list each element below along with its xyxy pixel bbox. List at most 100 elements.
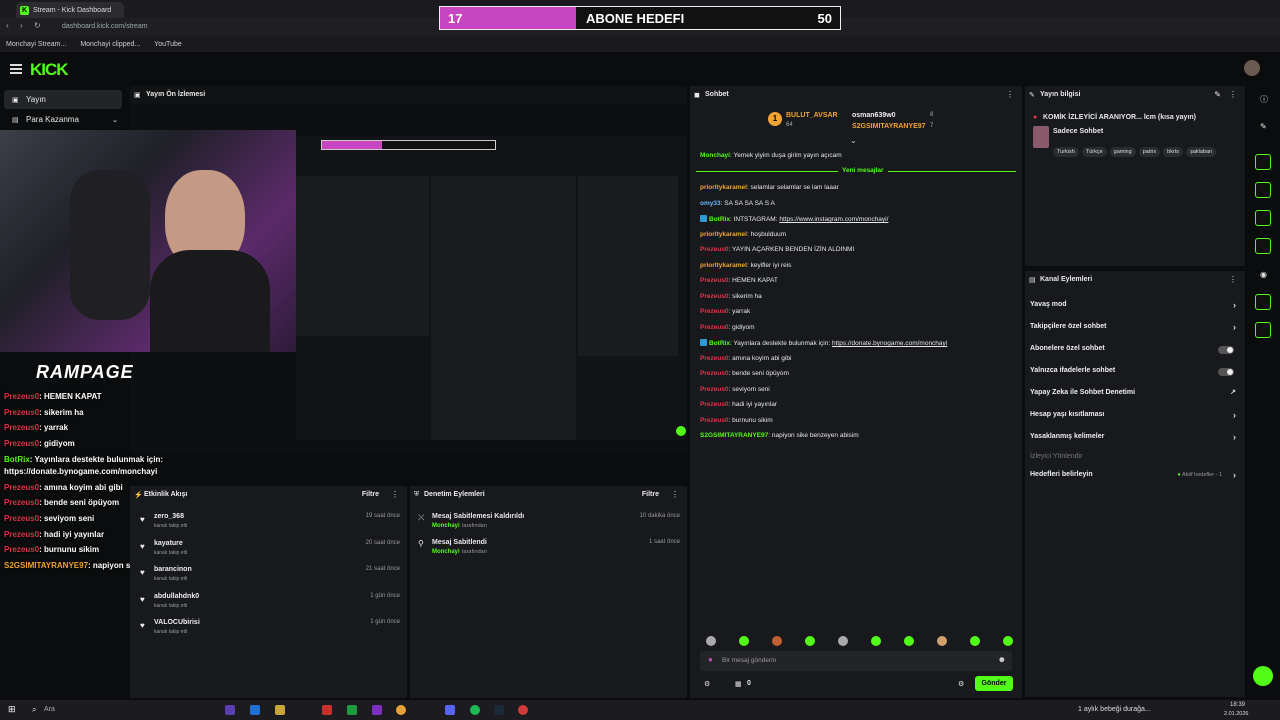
rail-button-1[interactable] (1255, 154, 1271, 170)
chat-link[interactable]: https://www.instagram.com/monchayi/ (779, 216, 888, 223)
toggle-switch[interactable] (1218, 346, 1234, 354)
opera-icon[interactable] (322, 705, 332, 715)
chat-message[interactable]: Prezeus0: YAYIN AÇARKEN BENDEN İZİN ALDI… (700, 246, 854, 253)
spotify-icon[interactable] (470, 705, 480, 715)
browser-tab[interactable]: K Stream - Kick Dashboard (16, 2, 124, 18)
taskbar-app-icon[interactable] (372, 705, 382, 715)
chat-username[interactable]: Prezeus0 (700, 277, 729, 284)
windows-start-icon[interactable]: ⊞ (8, 704, 16, 715)
channel-action-row[interactable]: Takipçilere özel sohbet › (1030, 322, 1240, 337)
chat-username[interactable]: omy33 (700, 200, 721, 207)
rail-button-4[interactable] (1255, 238, 1271, 254)
channel-action-row[interactable]: Yapay Zeka ile Sohbet Denetimi ↗ (1030, 389, 1240, 403)
chat-username[interactable]: Prezeus0 (700, 370, 729, 377)
settings-icon[interactable]: ⚙ (704, 680, 710, 688)
emote-icon[interactable] (805, 636, 815, 646)
chat-message[interactable]: BotRix: INTSTAGRAM: https://www.instagra… (700, 215, 888, 223)
chat-message[interactable]: Prezeus0: HEMEN KAPAT (700, 277, 778, 284)
chat-message[interactable]: Prezeus0: amına koyim abi gibi (700, 355, 791, 362)
channel-action-row[interactable]: Yavaş mod › (1030, 300, 1240, 315)
more-options-icon[interactable]: ⋮ (391, 490, 399, 499)
rail-button-2[interactable] (1255, 182, 1271, 198)
top-gifter-name[interactable]: S2GSIMITAYRANYE97 (852, 123, 926, 130)
chat-message[interactable]: omy33: SA SA SA SA S A (700, 200, 775, 207)
chat-message[interactable]: priorltykaramel: keyifler iyi reis (700, 262, 791, 269)
taskbar-app-icon[interactable] (250, 705, 260, 715)
emote-icon[interactable] (739, 636, 749, 646)
chat-username[interactable]: BotRix (709, 216, 730, 223)
chat-settings-icon[interactable]: ⚙ (958, 680, 964, 688)
chat-message[interactable]: BotRix: Yayınlara destekte bulunmak için… (700, 339, 947, 347)
send-button[interactable]: Gönder (975, 676, 1013, 691)
edit-icon[interactable]: ✎ (1260, 122, 1267, 131)
emote-icon[interactable] (970, 636, 980, 646)
discord-icon[interactable] (445, 705, 455, 715)
chat-username[interactable]: S2GSIMITAYRANYE97 (700, 432, 768, 439)
chat-link[interactable]: https://donate.bynogame.com/monchayi (832, 340, 947, 347)
taskbar-search[interactable]: Ara (44, 706, 55, 713)
bookmark-item[interactable]: Monchayi clipped... (80, 41, 140, 48)
help-chat-icon[interactable] (1253, 666, 1273, 686)
mod-actor[interactable]: Monchayi (432, 523, 460, 529)
channel-action-row[interactable]: Yasaklanmış kelimeler › (1030, 432, 1240, 447)
emote-icon[interactable] (937, 636, 947, 646)
emote-icon[interactable] (1003, 636, 1013, 646)
rail-button-5[interactable] (1255, 294, 1271, 310)
bookmark-item[interactable]: YouTube (154, 41, 182, 48)
chat-username[interactable]: priorltykaramel (700, 231, 747, 238)
mod-actor[interactable]: Monchayi (432, 549, 460, 555)
event-user[interactable]: VALOCUbirisi (154, 619, 200, 626)
channel-action-row[interactable]: Yalnızca ifadelerle sohbet (1030, 367, 1240, 381)
chat-username[interactable]: Prezeus0 (700, 246, 729, 253)
emote-icon[interactable] (871, 636, 881, 646)
chat-input[interactable]: Bir mesaj gönderin ● ☻ (700, 651, 1012, 671)
emoji-icon[interactable]: ☻ (998, 655, 1006, 664)
chat-username[interactable]: Prezeus0 (700, 401, 729, 408)
taskbar-search-icon[interactable]: ⌕ (32, 705, 36, 715)
kick-logo[interactable]: KICK (30, 60, 69, 80)
taskbar-app-icon[interactable] (518, 705, 528, 715)
emote-icon[interactable] (838, 636, 848, 646)
pencil-icon[interactable]: ✎ (1214, 90, 1221, 99)
steam-icon[interactable] (494, 705, 504, 715)
chat-username[interactable]: priorltykaramel (700, 184, 747, 191)
more-options-icon[interactable]: ⋮ (671, 490, 679, 499)
chat-username[interactable]: Prezeus0 (700, 324, 729, 331)
event-user[interactable]: zero_368 (154, 513, 184, 520)
toggle-switch[interactable] (1218, 368, 1234, 376)
chat-message[interactable]: priorltykaramel: selamlar selamlar se la… (700, 184, 839, 191)
avatar[interactable] (1244, 60, 1260, 76)
event-user[interactable]: kayature (154, 540, 183, 547)
clock-time[interactable]: 18:39 (1230, 702, 1245, 708)
chat-message[interactable]: Prezeus0: gidiyom (700, 324, 755, 331)
event-user[interactable]: abdullahdnk0 (154, 593, 199, 600)
taskbar-app-icon[interactable] (225, 705, 235, 715)
pinned-message[interactable]: Monchayi: Yemek yiyim duşa girim yayın a… (700, 152, 842, 159)
bookmark-item[interactable]: Monchayi Stream... (6, 41, 66, 48)
top-gifter-name[interactable]: BULUT_AVSAR (786, 112, 838, 119)
chat-username[interactable]: BotRix (709, 340, 730, 347)
emote-icon[interactable] (772, 636, 782, 646)
chat-message[interactable]: Prezeus0: yarrak (700, 308, 750, 315)
chat-username[interactable]: priorltykaramel (700, 262, 747, 269)
chat-username[interactable]: Prezeus0 (700, 355, 729, 362)
chat-message[interactable]: Prezeus0: burnunu sikim (700, 417, 773, 424)
emote-icon[interactable] (904, 636, 914, 646)
sidebar-item-monetization[interactable]: ▤ Para Kazanma ⌄ (4, 110, 122, 129)
chat-message[interactable]: Prezeus0: sikerim ha (700, 293, 762, 300)
top-gifter-name[interactable]: osman639w0 (852, 112, 896, 119)
filter-button[interactable]: Filtre (362, 491, 379, 498)
goals-row[interactable]: Hedefleri belirleyin ● Aktif hedefler - … (1030, 470, 1240, 485)
mic-icon[interactable]: ● (708, 655, 713, 664)
more-options-icon[interactable]: ⋮ (1229, 275, 1237, 284)
info-icon[interactable]: ⓘ (1260, 94, 1268, 105)
clock-date[interactable]: 2.01.2026 (1224, 711, 1248, 717)
chat-username[interactable]: Prezeus0 (700, 417, 729, 424)
chat-username[interactable]: Prezeus0 (700, 293, 729, 300)
rail-button-6[interactable] (1255, 322, 1271, 338)
channel-action-row[interactable]: Abonelere özel sohbet (1030, 345, 1240, 359)
back-icon[interactable]: ‹ (6, 21, 9, 30)
chat-username[interactable]: Prezeus0 (700, 308, 729, 315)
menu-icon[interactable] (10, 64, 22, 74)
sidebar-item-stream[interactable]: ▣ Yayın (4, 90, 122, 109)
